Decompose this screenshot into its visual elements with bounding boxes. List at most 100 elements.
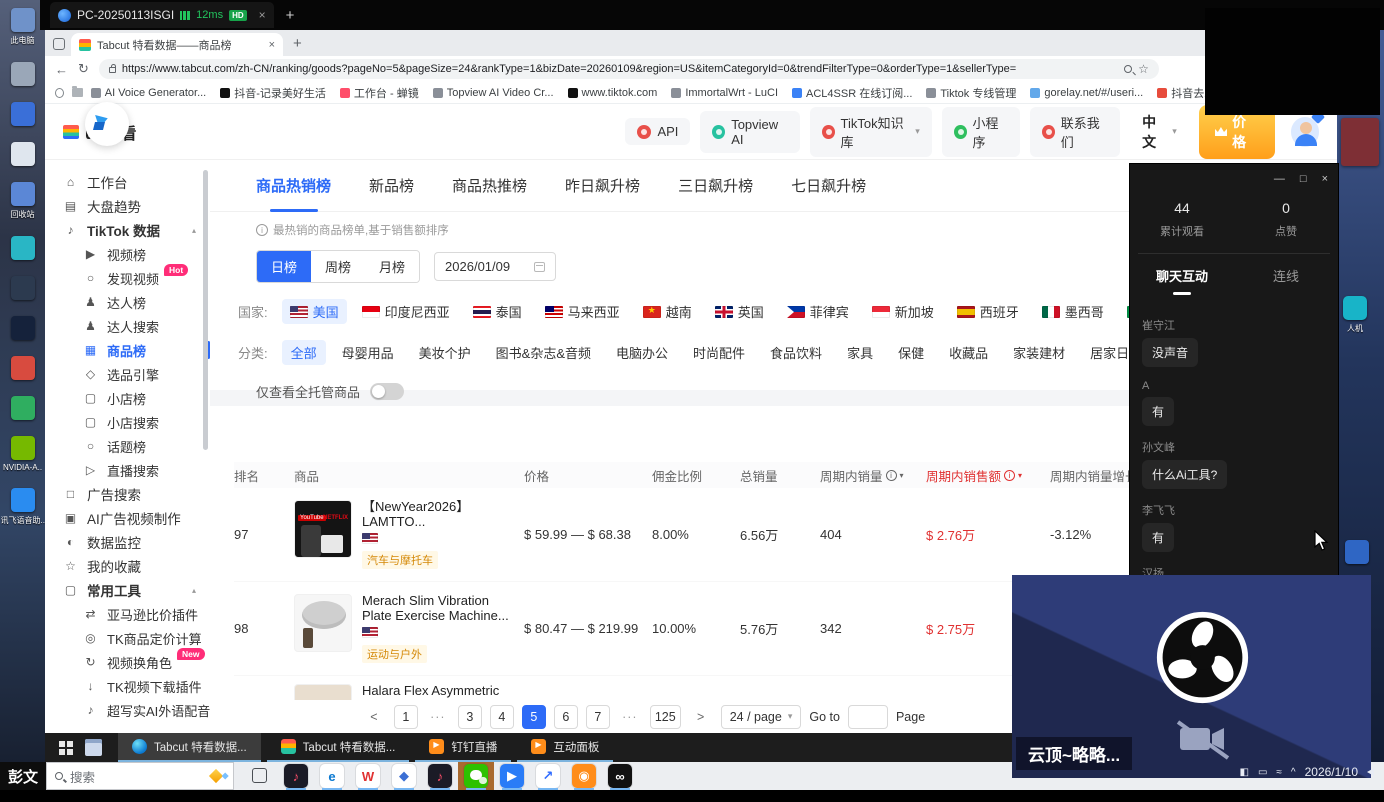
page-button[interactable]: 6 xyxy=(554,705,578,729)
desktop-icon[interactable]: 人机 xyxy=(1343,296,1367,334)
desktop-icon[interactable]: 此电脑 xyxy=(11,8,35,46)
desktop-icon[interactable]: 回收站 xyxy=(11,182,35,220)
country-option[interactable]: 菲律宾 xyxy=(779,299,857,324)
page-button[interactable]: ··· xyxy=(618,705,642,729)
taskbar-app[interactable]: ∞ xyxy=(602,762,638,790)
country-option[interactable]: 印度尼西亚 xyxy=(354,299,458,324)
sidebar-item[interactable]: ↻ 视频换角色 New xyxy=(45,650,210,674)
date-picker[interactable]: 2026/01/09 xyxy=(434,252,556,281)
sidebar-item[interactable]: ◎ TK商品定价计算 xyxy=(45,626,210,650)
browser-tab[interactable]: Tabcut 特看数据——商品榜 × xyxy=(71,33,283,56)
desktop-icon[interactable] xyxy=(11,142,35,166)
header-nav-item[interactable]: TikTok知识库 ▾ xyxy=(810,107,932,157)
period-option[interactable]: 日榜 xyxy=(257,251,311,282)
sidebar-item[interactable]: ☆ 我的收藏 xyxy=(45,554,210,578)
rank-tab[interactable]: 新品榜 xyxy=(369,160,414,212)
taskbar-app[interactable]: ♪ xyxy=(278,762,314,790)
bookmark-item[interactable]: Topview AI Video Cr... xyxy=(433,87,554,99)
sidebar-item[interactable]: ♟ 达人榜 xyxy=(45,290,210,314)
clock-date[interactable]: 2026/1/10 xyxy=(1305,765,1358,779)
sidebar-item[interactable]: ▢ 小店搜索 xyxy=(45,410,210,434)
start-button[interactable] xyxy=(59,741,65,747)
sidebar-item[interactable]: ↓ TK视频下载插件 xyxy=(45,674,210,698)
bookmark-item[interactable]: Tiktok 专线管理 xyxy=(926,85,1016,101)
category-option[interactable]: 家具 xyxy=(838,340,882,365)
sidebar-item[interactable]: ♪ TikTok 数据 ▴ xyxy=(45,218,210,242)
sidebar-item[interactable]: ○ 话题榜 xyxy=(45,434,210,458)
country-option[interactable]: 新加坡 xyxy=(864,299,942,324)
desktop-icon[interactable] xyxy=(11,316,35,340)
reload-icon[interactable]: ↻ xyxy=(78,61,89,77)
calculator-taskbar-icon[interactable] xyxy=(85,739,102,756)
country-option[interactable]: 越南 xyxy=(635,299,700,324)
taskbar-app[interactable] xyxy=(458,762,494,790)
taskbar-app[interactable]: ◉ xyxy=(566,762,602,790)
speaker-icon[interactable] xyxy=(1367,768,1374,776)
sort-caret-icon[interactable]: ▾ xyxy=(1018,471,1022,480)
category-option[interactable]: 收藏品 xyxy=(940,340,997,365)
page-button[interactable]: 4 xyxy=(490,705,514,729)
sidebar-item[interactable]: ▤ 大盘趋势 xyxy=(45,194,210,218)
taskbar-app[interactable]: 互动面板 xyxy=(517,733,613,762)
taskbar-app[interactable]: W xyxy=(350,762,386,790)
floating-widget[interactable] xyxy=(85,102,129,146)
column-header[interactable]: 商品 ▾ xyxy=(294,466,524,485)
page-button[interactable]: 7 xyxy=(586,705,610,729)
country-option[interactable]: 泰国 xyxy=(465,299,530,324)
header-nav-item[interactable]: 联系我们 xyxy=(1030,107,1120,157)
sidebar-item[interactable]: ♟ 达人搜索 xyxy=(45,314,210,338)
product-cell[interactable]: Merach Slim Vibration Plate Exercise Mac… xyxy=(294,594,524,663)
chat-tab[interactable]: 连线 xyxy=(1234,266,1338,295)
bookmark-item[interactable]: www.tiktok.com xyxy=(568,87,658,99)
category-option[interactable]: 美妆个护 xyxy=(410,340,480,365)
bookmark-item[interactable]: 工作台 - 蝉镜 xyxy=(340,85,419,101)
sidebar-scrollbar[interactable] xyxy=(203,170,208,450)
taskbar-app[interactable]: Tabcut 特看数据... xyxy=(267,733,410,762)
product-cell[interactable]: YouTube NETFLIX 【NewYear2026】 LAMTTO... … xyxy=(294,500,524,569)
task-view-icon[interactable] xyxy=(252,768,267,783)
desktop-icon[interactable] xyxy=(11,62,35,86)
page-button[interactable]: < xyxy=(362,705,386,729)
column-header[interactable]: 周期内销量 ▾ xyxy=(820,466,926,485)
bookmark-item[interactable]: ImmortalWrt - LuCI xyxy=(671,87,778,99)
sidebar-item[interactable]: ○ 发现视频 Hot xyxy=(45,266,210,290)
rank-tab[interactable]: 商品热推榜 xyxy=(452,160,527,212)
sidebar-item[interactable]: ⇄ 亚马逊比价插件 xyxy=(45,602,210,626)
rank-tab[interactable]: 三日飙升榜 xyxy=(678,160,753,212)
category-option[interactable]: 食品饮料 xyxy=(761,340,831,365)
tray-icon[interactable]: ▭ xyxy=(1258,767,1267,778)
tray-icon[interactable]: ◧ xyxy=(1240,767,1249,778)
desktop-icon[interactable] xyxy=(11,236,35,260)
category-option[interactable]: 母婴用品 xyxy=(333,340,403,365)
sidebar-item[interactable]: ♪ 超写实AI外语配音 xyxy=(45,698,210,722)
desktop-icon[interactable]: 讯飞语音助.. xyxy=(1,488,45,526)
header-nav-item[interactable]: API xyxy=(625,118,690,145)
sidebar-item[interactable]: ⌂ 工作台 xyxy=(45,170,210,194)
category-option[interactable]: 家装建材 xyxy=(1004,340,1074,365)
column-header[interactable]: 排名 ▾ xyxy=(234,466,294,485)
page-input[interactable] xyxy=(848,705,888,729)
period-option[interactable]: 周榜 xyxy=(311,251,365,282)
maximize-icon[interactable]: □ xyxy=(1300,173,1307,185)
desktop-icon[interactable] xyxy=(11,396,35,420)
header-nav-item[interactable]: 小程序 xyxy=(942,107,1020,157)
new-remote-tab-icon[interactable]: + xyxy=(286,7,295,24)
minimize-icon[interactable]: — xyxy=(1274,173,1285,185)
close-tab-icon[interactable]: × xyxy=(269,39,275,51)
sidebar-item[interactable]: ▦ 商品榜 xyxy=(45,338,210,362)
sidebar-item[interactable]: ▶ 视频榜 xyxy=(45,242,210,266)
sidebar-item[interactable]: □ 广告搜索 xyxy=(45,482,210,506)
product-cell[interactable]: Halara Flex Asymmetric xyxy=(294,684,524,700)
back-icon[interactable]: ← xyxy=(55,62,68,77)
avatar[interactable] xyxy=(1291,117,1320,147)
sort-caret-icon[interactable]: ▾ xyxy=(900,471,904,480)
desktop-icon[interactable]: NVIDIA-A.. xyxy=(3,436,42,472)
taskbar-app[interactable]: ♪ xyxy=(422,762,458,790)
country-option[interactable]: 美国 xyxy=(282,299,347,324)
tab-search-icon[interactable] xyxy=(53,38,65,50)
page-button[interactable]: > xyxy=(689,705,713,729)
category-option[interactable]: 全部 xyxy=(282,340,326,365)
bookmark-item[interactable]: AI Voice Generator... xyxy=(91,87,207,99)
page-button[interactable]: ··· xyxy=(426,705,450,729)
tabcut-logo[interactable]: ut 特看 xyxy=(63,120,205,144)
